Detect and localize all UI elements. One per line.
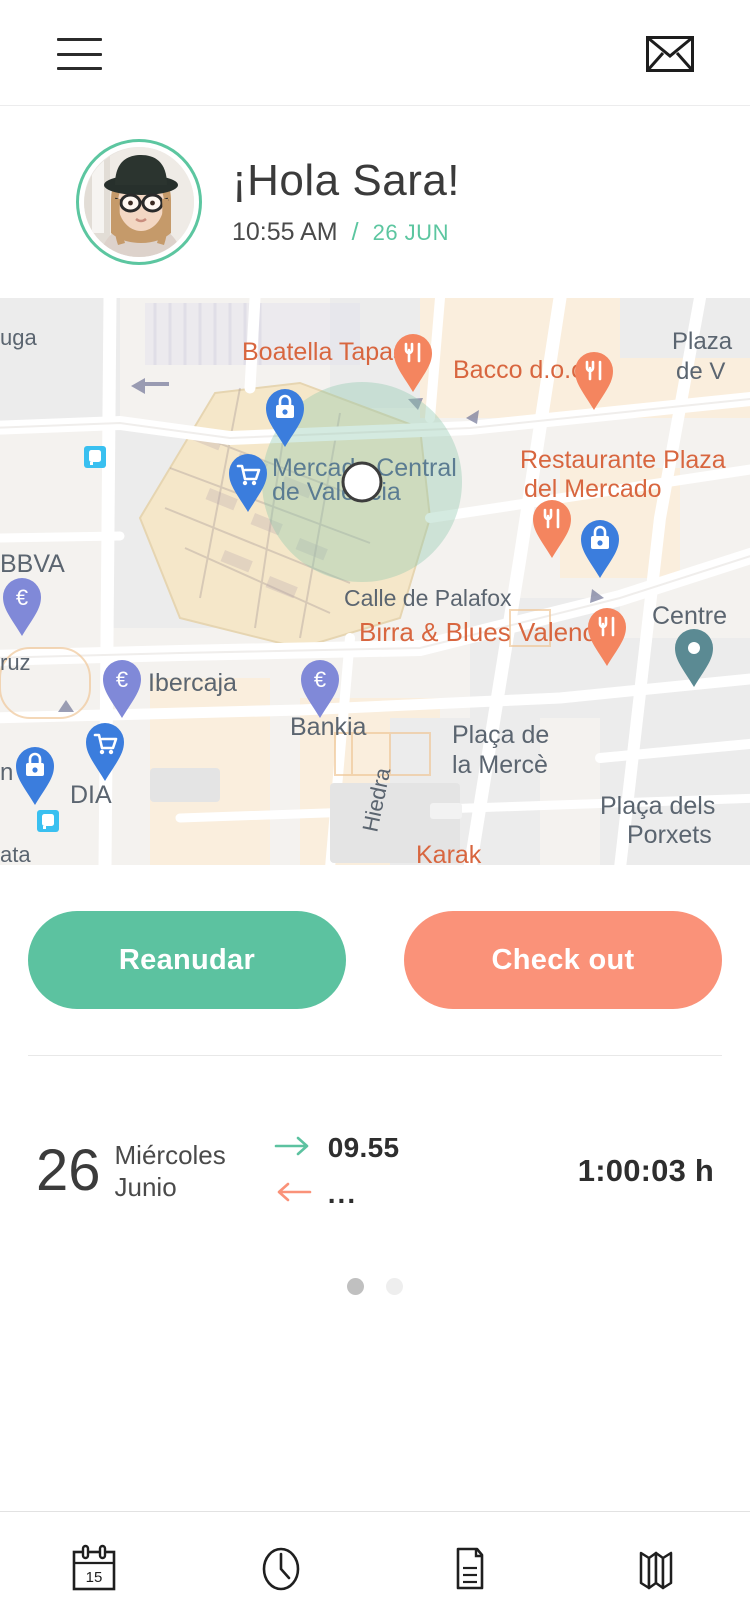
greeting-subtitle: 10:55 AM / 26 JUN [232,218,460,247]
document-icon [446,1544,492,1592]
page-dot-active[interactable] [347,1278,364,1295]
app-screen: ¡Hola Sara! 10:55 AM / 26 JUN [0,0,750,1624]
svg-text:€: € [16,585,28,610]
map-label: ata [0,842,31,865]
map-label: Porxets [627,821,712,849]
checkout-button[interactable]: Check out [404,911,722,1009]
arrow-right-icon [274,1135,312,1162]
map-label: BBVA [0,550,65,578]
map-icon [633,1544,679,1592]
map-label: Centre [652,602,727,630]
entry-total: 1:00:03 h [578,1153,714,1189]
content-spacer [0,1316,750,1511]
nav-map[interactable] [563,1512,750,1624]
map-label: Restaurante Plaza [520,446,726,474]
current-date: 26 JUN [373,220,449,246]
greeting-text: ¡Hola Sara! 10:55 AM / 26 JUN [232,157,460,246]
check-in-row: 09.55 [274,1132,400,1164]
page-title: ¡Hola Sara! [232,157,460,205]
map-label: ruz [0,650,31,675]
avatar-image [84,147,194,257]
entry-month: Junio [115,1171,226,1204]
bus-stop-marker[interactable] [37,810,59,832]
separator: / [352,218,359,247]
page-dot-inactive[interactable] [386,1278,403,1295]
resume-button[interactable]: Reanudar [28,911,346,1009]
top-bar [0,0,750,106]
action-buttons: Reanudar Check out [0,865,750,1055]
entry-weekday: Miércoles [115,1139,226,1172]
map-label: la Mercè [452,751,548,779]
map-label: uga [0,325,37,350]
map-label: Calle de Palafox [344,585,512,611]
hamburger-line [57,67,102,70]
hamburger-line [57,53,102,56]
check-in-time: 09.55 [328,1132,400,1164]
svg-text:€: € [314,667,326,692]
map-view[interactable]: ugaBoatella TapasBacco d.o.cPlazade VMer… [0,298,750,865]
hamburger-menu-icon[interactable] [57,38,102,70]
current-location-dot [343,463,381,501]
map-label: Plaça dels [600,792,715,820]
check-out-time: ... [328,1178,357,1210]
nav-calendar[interactable]: 15 [0,1512,188,1624]
hamburger-line [57,38,102,41]
map-label: Bankia [290,713,367,741]
map-canvas: ugaBoatella TapasBacco d.o.cPlazade VMer… [0,298,750,865]
avatar[interactable] [76,139,202,265]
entry-day: 26 [36,1142,101,1200]
map-label: Karak [416,841,482,865]
svg-text:15: 15 [85,1569,102,1586]
map-label: de V [676,358,725,385]
envelope-icon[interactable] [646,36,694,72]
timesheet-entry[interactable]: 26 Miércoles Junio 09.55 ... [0,1056,750,1256]
map-label: Plaça de [452,721,549,749]
greeting-section: ¡Hola Sara! 10:55 AM / 26 JUN [0,106,750,298]
page-indicator [0,1256,750,1316]
check-out-row: ... [274,1178,400,1210]
entry-date-text: Miércoles Junio [115,1139,226,1204]
map-label: Boatella Tapas [242,338,406,366]
bus-stop-marker[interactable] [84,446,106,468]
current-time: 10:55 AM [232,218,338,247]
map-label: Birra & Blues Valencia [359,617,616,647]
clock-icon [258,1544,304,1592]
nav-reports[interactable] [375,1512,563,1624]
nav-clock[interactable] [188,1512,376,1624]
bottom-navigation: 15 [0,1511,750,1624]
map-label: DIA [70,781,112,809]
map-label: n [0,759,13,786]
arrow-left-icon [274,1181,312,1208]
map-label: Bacco d.o.c [453,356,584,384]
map-label: Ibercaja [148,669,237,697]
map-label: del Mercado [524,475,662,503]
svg-text:€: € [116,667,128,692]
entry-times: 09.55 ... [274,1132,400,1210]
map-label: Plaza [672,328,733,355]
calendar-icon: 15 [71,1544,117,1592]
